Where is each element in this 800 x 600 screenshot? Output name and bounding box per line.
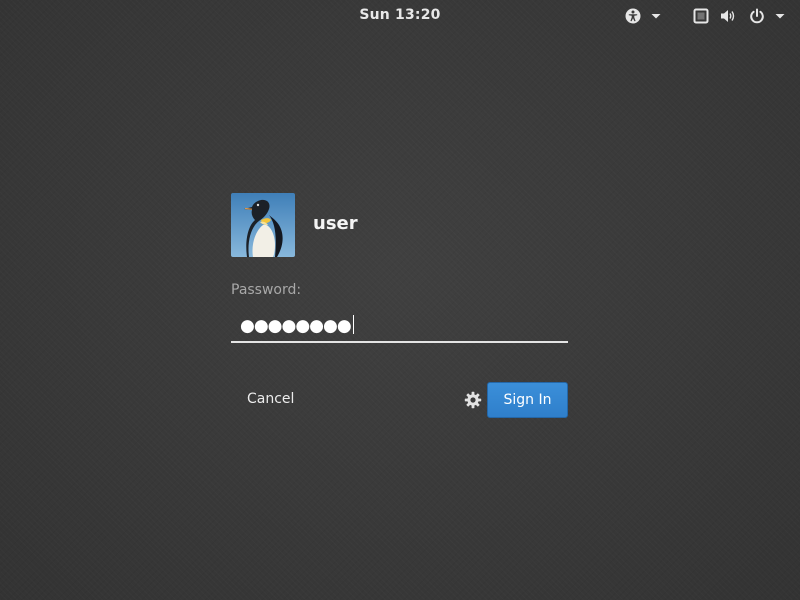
volume-icon[interactable]: [720, 8, 736, 24]
display-icon[interactable]: [693, 8, 709, 24]
password-label: Password:: [231, 282, 302, 298]
chevron-down-icon[interactable]: [772, 8, 788, 24]
avatar: [231, 193, 295, 257]
power-icon[interactable]: [749, 8, 765, 24]
sign-in-button[interactable]: Sign In: [487, 382, 568, 418]
text-caret: [352, 315, 354, 334]
clock[interactable]: Sun 13:20: [0, 7, 800, 23]
password-value: ●●●●●●●●: [240, 315, 354, 336]
password-field[interactable]: ●●●●●●●●: [231, 309, 568, 343]
chevron-down-icon[interactable]: [648, 8, 664, 24]
gear-icon[interactable]: [464, 391, 482, 409]
username: user: [313, 213, 358, 234]
accessibility-icon[interactable]: [625, 8, 641, 24]
cancel-button[interactable]: Cancel: [247, 391, 294, 407]
top-bar: Sun 13:20: [0, 0, 800, 32]
